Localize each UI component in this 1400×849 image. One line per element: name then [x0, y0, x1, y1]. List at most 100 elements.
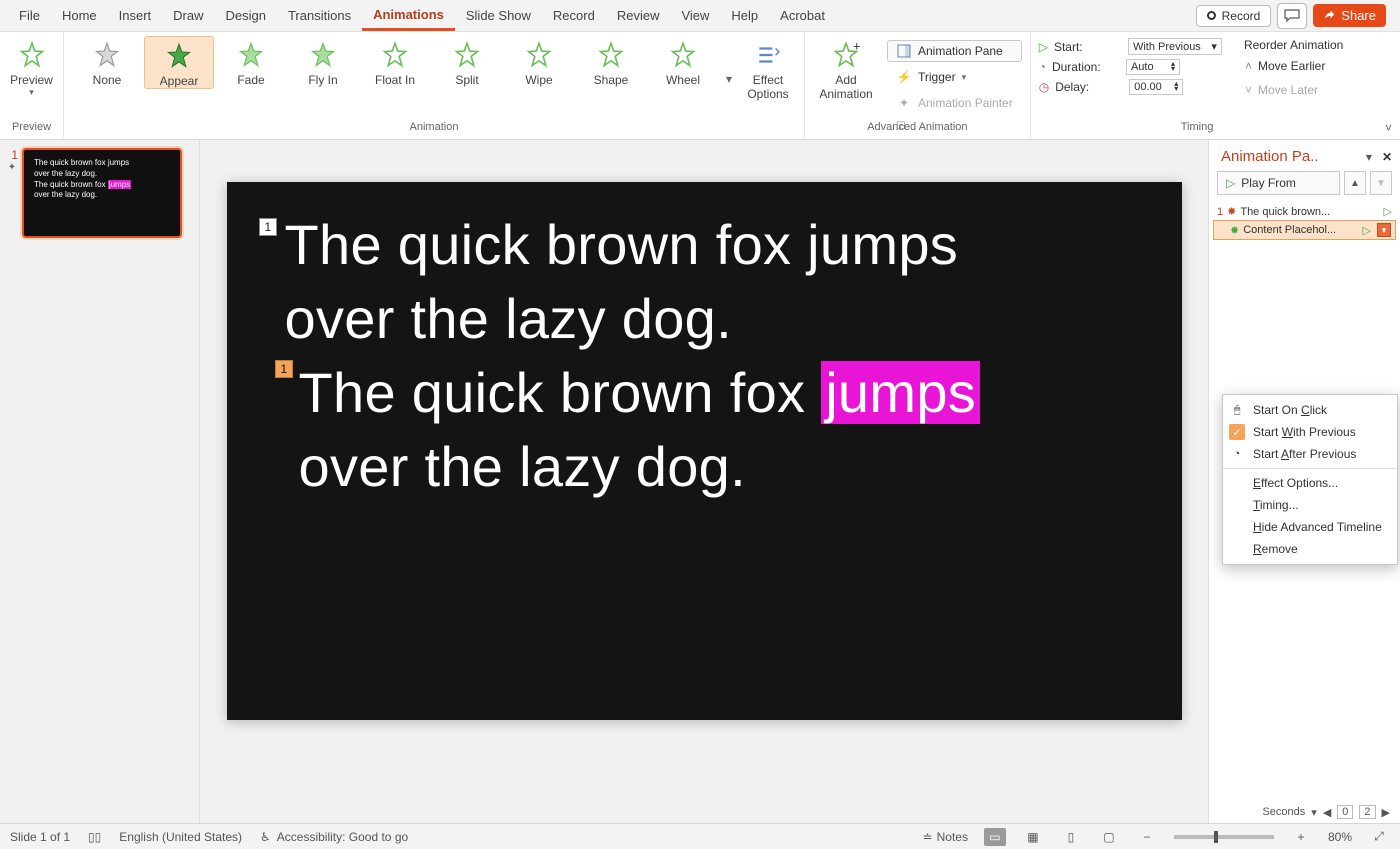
tab-file[interactable]: File: [8, 2, 51, 29]
record-label: Record: [1222, 9, 1261, 23]
menu-remove[interactable]: Remove: [1223, 538, 1397, 560]
menu-start-after-previous[interactable]: ◔ Start After Previous: [1223, 443, 1397, 465]
add-animation-icon: +: [831, 40, 861, 70]
anim-wipe[interactable]: Wipe: [504, 36, 574, 87]
play-arrow-icon: ▷: [1363, 224, 1371, 237]
menu-bar: File Home Insert Draw Design Transitions…: [0, 0, 1400, 32]
star-shape-icon: [596, 40, 626, 70]
thumb-anim-icon: ✦: [8, 162, 16, 173]
thumb-number: 1: [6, 148, 18, 162]
preview-button[interactable]: Preview ▾: [5, 36, 59, 98]
star-none-icon: [92, 40, 122, 70]
ribbon: Preview ▾ Preview None Appear Fade Fly I…: [0, 32, 1400, 140]
play-from-button[interactable]: ▷ Play From: [1217, 171, 1340, 195]
tab-review[interactable]: Review: [606, 2, 671, 29]
record-dot-icon: [1207, 11, 1216, 20]
delay-field[interactable]: 00.00▴▾: [1129, 79, 1183, 95]
tab-draw[interactable]: Draw: [162, 2, 214, 29]
book-icon[interactable]: ▯▯: [88, 830, 101, 844]
star-wheel-icon: [668, 40, 698, 70]
chevron-down-icon[interactable]: ▾: [1311, 806, 1317, 819]
view-sorter-button[interactable]: ▦: [1022, 828, 1044, 846]
play-icon: ▷: [1039, 40, 1048, 54]
duration-icon: ◔: [1039, 60, 1046, 74]
menu-effect-options[interactable]: Effect Options...: [1223, 472, 1397, 494]
anim-tag-1[interactable]: 1: [259, 218, 278, 236]
pane-title: Animation Pa..: [1221, 148, 1319, 165]
pane-menu-button[interactable]: ▾: [1366, 150, 1372, 164]
scroll-right-icon[interactable]: ▶: [1382, 806, 1390, 819]
move-later-button[interactable]: ˅ Move Later: [1244, 80, 1343, 100]
tab-transitions[interactable]: Transitions: [277, 2, 362, 29]
zoom-in-button[interactable]: +: [1290, 828, 1312, 846]
slide-thumbnail-1[interactable]: The quick brown fox jumps over the lazy …: [22, 148, 182, 238]
delay-label: Delay:: [1055, 80, 1123, 94]
anim-flyin[interactable]: Fly In: [288, 36, 358, 87]
status-bar: Slide 1 of 1 ▯▯ English (United States) …: [0, 823, 1400, 849]
trigger-button[interactable]: ⚡ Trigger ▾: [887, 66, 1022, 88]
scroll-left-icon[interactable]: ◀: [1323, 806, 1331, 819]
view-reading-button[interactable]: ▯: [1060, 828, 1082, 846]
menu-timing[interactable]: Timing...: [1223, 494, 1397, 516]
accessibility-status[interactable]: ♿︎ Accessibility: Good to go: [260, 830, 408, 844]
anim-split[interactable]: Split: [432, 36, 502, 87]
add-animation-button[interactable]: + Add Animation: [813, 36, 879, 101]
anim-item-2[interactable]: ✸ Content Placehol... ▷ ▾: [1213, 220, 1396, 240]
close-pane-button[interactable]: ✕: [1382, 150, 1392, 164]
language-label[interactable]: English (United States): [119, 830, 242, 844]
chevron-down-icon: ▾: [962, 72, 967, 83]
move-down-button[interactable]: ▼: [1370, 171, 1392, 195]
star-wipe-icon: [524, 40, 554, 70]
comments-button[interactable]: [1277, 3, 1307, 29]
anim-shape[interactable]: Shape: [576, 36, 646, 87]
group-dialog-launcher-icon[interactable]: ◲: [896, 120, 905, 131]
anim-floatin[interactable]: Float In: [360, 36, 430, 87]
zoom-out-button[interactable]: −: [1136, 828, 1158, 846]
duration-label: Duration:: [1052, 60, 1120, 74]
tab-view[interactable]: View: [670, 2, 720, 29]
tab-slideshow[interactable]: Slide Show: [455, 2, 542, 29]
anim-item-1[interactable]: 1 ✸ The quick brown... ▷: [1213, 203, 1396, 220]
slide-canvas[interactable]: 1 1 The quick brown fox jumps over the l…: [200, 140, 1208, 823]
move-earlier-button[interactable]: ˄ Move Earlier: [1244, 56, 1343, 76]
slide[interactable]: 1 1 The quick brown fox jumps over the l…: [227, 182, 1182, 720]
tab-acrobat[interactable]: Acrobat: [769, 2, 836, 29]
speech-bubble-icon: [1284, 9, 1300, 23]
fit-to-window-button[interactable]: ⤢: [1368, 828, 1390, 846]
menu-start-with-previous[interactable]: ✓ Start With Previous: [1223, 421, 1397, 443]
gallery-more-button[interactable]: ▾: [720, 44, 738, 114]
menu-hide-timeline[interactable]: Hide Advanced Timeline: [1223, 516, 1397, 538]
animation-pane-button[interactable]: Animation Pane: [887, 40, 1022, 62]
tab-design[interactable]: Design: [215, 2, 277, 29]
animation-painter-button[interactable]: ✦ Animation Painter: [887, 92, 1022, 114]
effect-options-button[interactable]: Effect Options: [740, 36, 796, 101]
check-icon: ✓: [1229, 424, 1245, 440]
timeline-seconds: Seconds▾ ◀ 0 2 ▶: [1209, 803, 1400, 823]
tab-animations[interactable]: Animations: [362, 1, 455, 31]
move-up-button[interactable]: ▲: [1344, 171, 1366, 195]
duration-field[interactable]: Auto▴▾: [1126, 59, 1180, 75]
tab-help[interactable]: Help: [720, 2, 769, 29]
menu-start-on-click[interactable]: 🖱 Start On Click: [1223, 399, 1397, 421]
collapse-ribbon-button[interactable]: ˅: [1385, 121, 1392, 135]
share-button[interactable]: Share: [1313, 4, 1386, 27]
tab-insert[interactable]: Insert: [108, 2, 163, 29]
view-slideshow-button[interactable]: ▢: [1098, 828, 1120, 846]
slide-text[interactable]: The quick brown fox jumps over the lazy …: [285, 208, 1142, 504]
anim-appear[interactable]: Appear: [144, 36, 214, 89]
anim-fade[interactable]: Fade: [216, 36, 286, 87]
notes-button[interactable]: ≐ Notes: [923, 830, 968, 844]
anim-none[interactable]: None: [72, 36, 142, 87]
item-dropdown-button[interactable]: ▾: [1377, 223, 1391, 237]
star-appear-icon: [164, 41, 194, 71]
anim-wheel[interactable]: Wheel: [648, 36, 718, 87]
animation-pane: Animation Pa.. ▾ ✕ ▷ Play From ▲ ▼ 1 ✸ T…: [1208, 140, 1400, 823]
zoom-slider[interactable]: [1174, 835, 1274, 839]
tab-record[interactable]: Record: [542, 2, 606, 29]
view-normal-button[interactable]: ▭: [984, 828, 1006, 846]
tab-home[interactable]: Home: [51, 2, 108, 29]
start-dropdown[interactable]: With Previous▾: [1128, 38, 1222, 55]
up-chevron-icon: ˄: [1245, 59, 1252, 73]
record-button[interactable]: Record: [1196, 5, 1272, 27]
start-label: Start:: [1054, 40, 1122, 54]
